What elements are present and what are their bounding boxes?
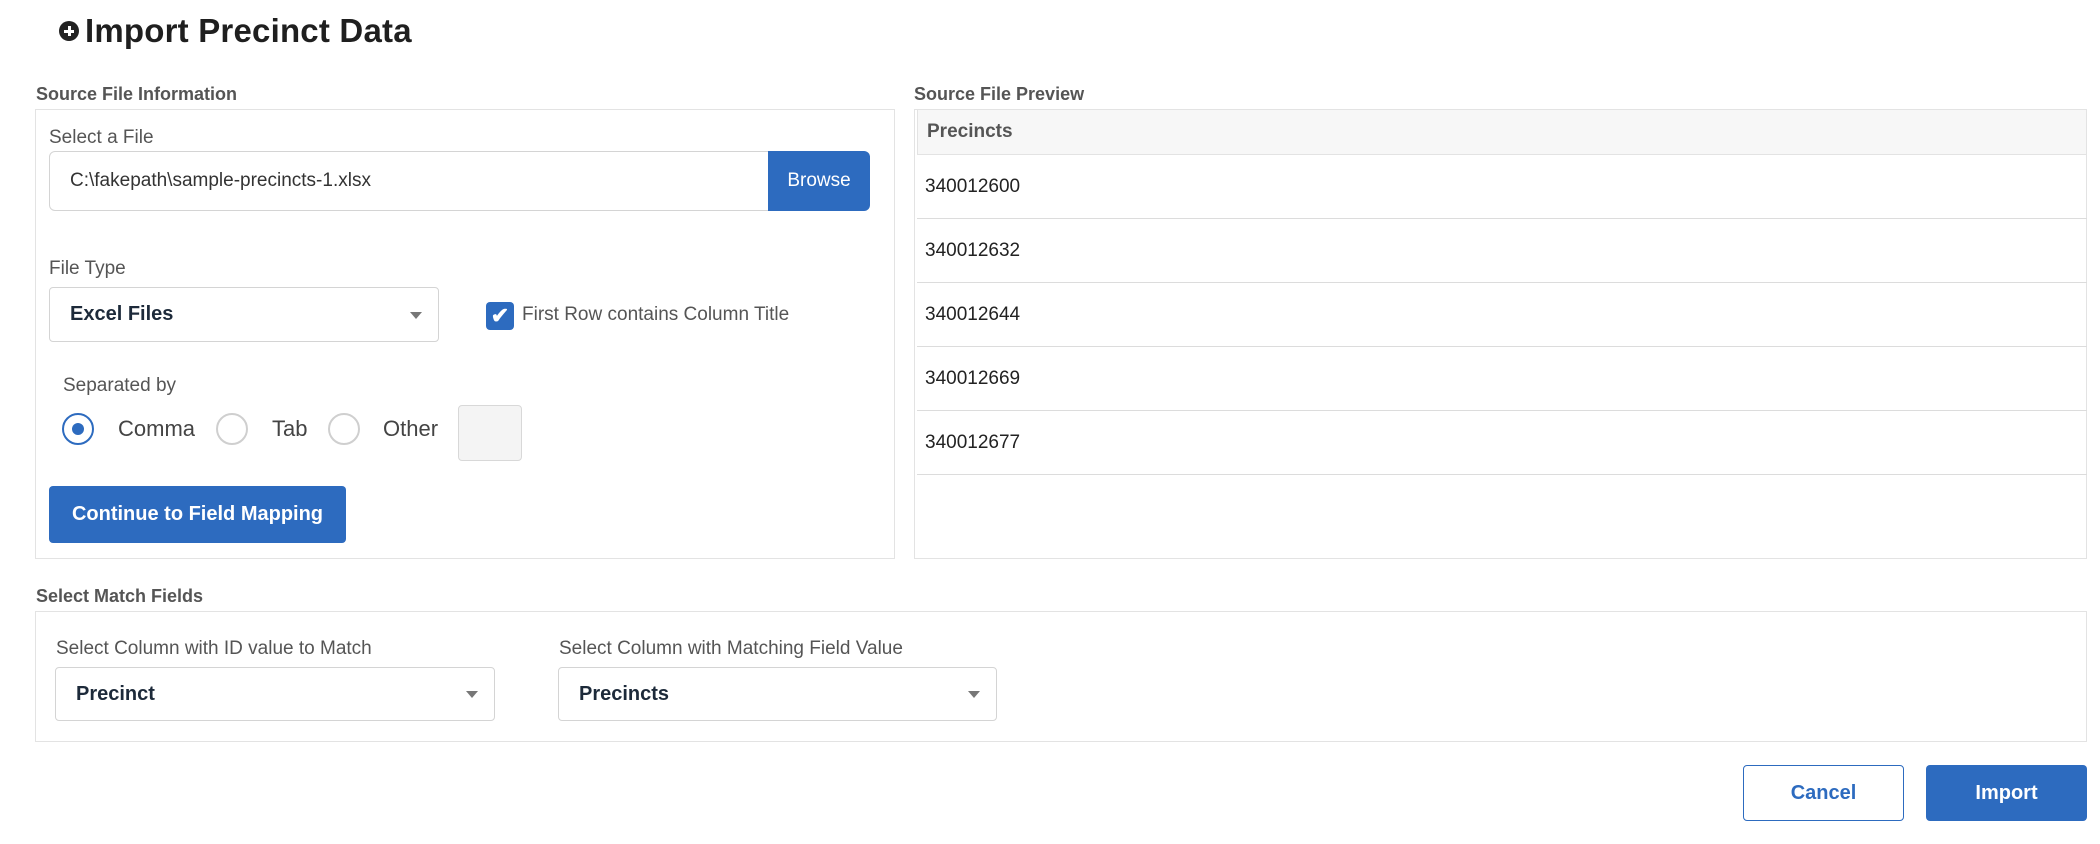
chevron-down-icon bbox=[410, 311, 422, 319]
first-row-label: First Row contains Column Title bbox=[522, 304, 790, 325]
select-file-label: Select a File bbox=[49, 127, 154, 148]
cancel-button[interactable]: Cancel bbox=[1743, 765, 1904, 821]
table-row: 340012600 bbox=[917, 155, 2087, 219]
file-path-input[interactable]: C:\fakepath\sample-precincts-1.xlsx bbox=[49, 151, 769, 211]
matching-column-value: Precincts bbox=[579, 682, 670, 705]
radio-other[interactable] bbox=[328, 413, 360, 445]
plus-circle-icon[interactable] bbox=[59, 21, 79, 41]
chevron-down-icon bbox=[968, 691, 980, 698]
file-type-select[interactable]: Excel Files bbox=[49, 287, 439, 342]
continue-to-field-mapping-button[interactable]: Continue to Field Mapping bbox=[49, 486, 346, 543]
match-fields-label: Select Match Fields bbox=[36, 586, 204, 606]
browse-button[interactable]: Browse bbox=[768, 151, 870, 211]
checkmark-icon: ✔ bbox=[490, 303, 510, 328]
table-row: 340012644 bbox=[917, 283, 2087, 347]
radio-comma[interactable] bbox=[62, 413, 94, 445]
preview-column-header: Precincts bbox=[917, 109, 2087, 155]
import-button[interactable]: Import bbox=[1926, 765, 2087, 821]
id-column-value: Precinct bbox=[76, 682, 155, 705]
radio-other-label: Other bbox=[383, 416, 439, 441]
matching-column-label: Select Column with Matching Field Value bbox=[559, 638, 903, 659]
id-column-select[interactable]: Precinct bbox=[55, 667, 495, 721]
file-path-value: C:\fakepath\sample-precincts-1.xlsx bbox=[70, 170, 371, 191]
page-title: Import Precinct Data bbox=[59, 8, 412, 54]
file-type-label: File Type bbox=[49, 258, 126, 279]
source-info-label: Source File Information bbox=[36, 84, 238, 104]
table-row: 340012632 bbox=[917, 219, 2087, 283]
other-separator-input[interactable] bbox=[458, 405, 522, 461]
id-column-label: Select Column with ID value to Match bbox=[56, 638, 372, 659]
radio-tab-label: Tab bbox=[272, 416, 308, 441]
first-row-checkbox[interactable]: ✔ bbox=[486, 302, 514, 330]
separated-by-label: Separated by bbox=[63, 375, 177, 396]
matching-column-select[interactable]: Precincts bbox=[558, 667, 997, 721]
file-type-value: Excel Files bbox=[70, 303, 174, 325]
radio-tab[interactable] bbox=[216, 413, 248, 445]
table-row: 340012669 bbox=[917, 347, 2087, 411]
table-row: 340012677 bbox=[917, 411, 2087, 475]
preview-label: Source File Preview bbox=[914, 84, 1085, 104]
page-title-text: Import Precinct Data bbox=[85, 12, 412, 49]
radio-comma-label: Comma bbox=[118, 416, 196, 441]
chevron-down-icon bbox=[466, 691, 478, 698]
